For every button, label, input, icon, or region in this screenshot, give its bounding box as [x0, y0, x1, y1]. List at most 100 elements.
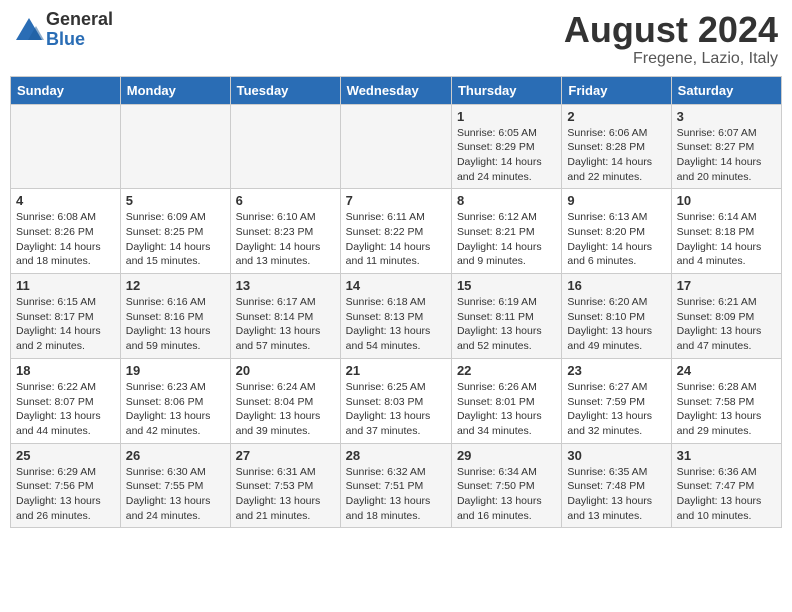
- day-of-week-header: Saturday: [671, 76, 781, 104]
- day-of-week-header: Wednesday: [340, 76, 451, 104]
- day-info: Sunrise: 6:31 AM Sunset: 7:53 PM Dayligh…: [236, 465, 335, 524]
- calendar-cell: 31Sunrise: 6:36 AM Sunset: 7:47 PM Dayli…: [671, 443, 781, 528]
- day-number: 19: [126, 363, 225, 378]
- calendar-title: August 2024: [564, 10, 778, 50]
- day-info: Sunrise: 6:09 AM Sunset: 8:25 PM Dayligh…: [126, 210, 225, 269]
- logo-icon: [14, 16, 44, 44]
- logo-blue: Blue: [46, 30, 113, 50]
- day-info: Sunrise: 6:06 AM Sunset: 8:28 PM Dayligh…: [567, 126, 665, 185]
- calendar-cell: 26Sunrise: 6:30 AM Sunset: 7:55 PM Dayli…: [120, 443, 230, 528]
- calendar-cell: [11, 104, 121, 189]
- day-info: Sunrise: 6:12 AM Sunset: 8:21 PM Dayligh…: [457, 210, 556, 269]
- day-info: Sunrise: 6:07 AM Sunset: 8:27 PM Dayligh…: [677, 126, 776, 185]
- day-number: 6: [236, 193, 335, 208]
- day-info: Sunrise: 6:14 AM Sunset: 8:18 PM Dayligh…: [677, 210, 776, 269]
- day-number: 15: [457, 278, 556, 293]
- day-number: 14: [346, 278, 446, 293]
- calendar-cell: 11 Sunrise: 6:15 AM Sunset: 8:17 PM Dayli…: [11, 274, 121, 359]
- calendar-cell: 2 Sunrise: 6:06 AM Sunset: 8:28 PM Daylig…: [562, 104, 671, 189]
- calendar-cell: 12 Sunrise: 6:16 AM Sunset: 8:16 PM Dayli…: [120, 274, 230, 359]
- day-number: 10: [677, 193, 776, 208]
- day-info: Sunrise: 6:08 AM Sunset: 8:26 PM Dayligh…: [16, 210, 115, 269]
- calendar-cell: 17 Sunrise: 6:21 AM Sunset: 8:09 PM Dayli…: [671, 274, 781, 359]
- calendar-table: SundayMondayTuesdayWednesdayThursdayFrid…: [10, 76, 782, 529]
- day-number: 24: [677, 363, 776, 378]
- day-number: 13: [236, 278, 335, 293]
- day-info: Sunrise: 6:10 AM Sunset: 8:23 PM Dayligh…: [236, 210, 335, 269]
- calendar-cell: 30 Sunrise: 6:35 AM Sunset: 7:48 PM Dayli…: [562, 443, 671, 528]
- calendar-header-row: SundayMondayTuesdayWednesdayThursdayFrid…: [11, 76, 782, 104]
- calendar-cell: 18 Sunrise: 6:22 AM Sunset: 8:07 PM Dayli…: [11, 358, 121, 443]
- day-number: 31: [677, 448, 776, 463]
- page-header: General Blue August 2024 Fregene, Lazio,…: [10, 10, 782, 68]
- calendar-cell: 6 Sunrise: 6:10 AM Sunset: 8:23 PM Daylig…: [230, 189, 340, 274]
- calendar-cell: 21 Sunrise: 6:25 AM Sunset: 8:03 PM Dayli…: [340, 358, 451, 443]
- calendar-cell: 25 Sunrise: 6:29 AM Sunset: 7:56 PM Dayli…: [11, 443, 121, 528]
- day-of-week-header: Tuesday: [230, 76, 340, 104]
- day-info: Sunrise: 6:29 AM Sunset: 7:56 PM Dayligh…: [16, 465, 115, 524]
- day-info: Sunrise: 6:23 AM Sunset: 8:06 PM Dayligh…: [126, 380, 225, 439]
- calendar-cell: 20 Sunrise: 6:24 AM Sunset: 8:04 PM Dayli…: [230, 358, 340, 443]
- day-number: 12: [126, 278, 225, 293]
- calendar-cell: 22 Sunrise: 6:26 AM Sunset: 8:01 PM Dayli…: [451, 358, 561, 443]
- day-info: Sunrise: 6:32 AM Sunset: 7:51 PM Dayligh…: [346, 465, 446, 524]
- day-number: 29: [457, 448, 556, 463]
- calendar-cell: 9Sunrise: 6:13 AM Sunset: 8:20 PM Daylig…: [562, 189, 671, 274]
- day-number: 4: [16, 193, 115, 208]
- calendar-cell: 23Sunrise: 6:27 AM Sunset: 7:59 PM Dayli…: [562, 358, 671, 443]
- day-number: 20: [236, 363, 335, 378]
- calendar-cell: 29 Sunrise: 6:34 AM Sunset: 7:50 PM Dayli…: [451, 443, 561, 528]
- day-number: 8: [457, 193, 556, 208]
- calendar-cell: [120, 104, 230, 189]
- calendar-cell: 10 Sunrise: 6:14 AM Sunset: 8:18 PM Dayli…: [671, 189, 781, 274]
- day-info: Sunrise: 6:34 AM Sunset: 7:50 PM Dayligh…: [457, 465, 556, 524]
- day-info: Sunrise: 6:24 AM Sunset: 8:04 PM Dayligh…: [236, 380, 335, 439]
- day-number: 27: [236, 448, 335, 463]
- day-number: 2: [567, 109, 665, 124]
- day-info: Sunrise: 6:25 AM Sunset: 8:03 PM Dayligh…: [346, 380, 446, 439]
- day-of-week-header: Thursday: [451, 76, 561, 104]
- day-info: Sunrise: 6:28 AM Sunset: 7:58 PM Dayligh…: [677, 380, 776, 439]
- day-info: Sunrise: 6:15 AM Sunset: 8:17 PM Dayligh…: [16, 295, 115, 354]
- calendar-cell: 19 Sunrise: 6:23 AM Sunset: 8:06 PM Dayli…: [120, 358, 230, 443]
- day-number: 16: [567, 278, 665, 293]
- day-info: Sunrise: 6:20 AM Sunset: 8:10 PM Dayligh…: [567, 295, 665, 354]
- day-info: Sunrise: 6:26 AM Sunset: 8:01 PM Dayligh…: [457, 380, 556, 439]
- calendar-cell: 7Sunrise: 6:11 AM Sunset: 8:22 PM Daylig…: [340, 189, 451, 274]
- calendar-cell: 5Sunrise: 6:09 AM Sunset: 8:25 PM Daylig…: [120, 189, 230, 274]
- day-number: 22: [457, 363, 556, 378]
- day-info: Sunrise: 6:19 AM Sunset: 8:11 PM Dayligh…: [457, 295, 556, 354]
- day-number: 7: [346, 193, 446, 208]
- day-info: Sunrise: 6:27 AM Sunset: 7:59 PM Dayligh…: [567, 380, 665, 439]
- calendar-cell: 15 Sunrise: 6:19 AM Sunset: 8:11 PM Dayli…: [451, 274, 561, 359]
- day-info: Sunrise: 6:21 AM Sunset: 8:09 PM Dayligh…: [677, 295, 776, 354]
- calendar-subtitle: Fregene, Lazio, Italy: [564, 50, 778, 68]
- calendar-cell: 4 Sunrise: 6:08 AM Sunset: 8:26 PM Daylig…: [11, 189, 121, 274]
- calendar-cell: 13 Sunrise: 6:17 AM Sunset: 8:14 PM Dayli…: [230, 274, 340, 359]
- day-number: 28: [346, 448, 446, 463]
- calendar-week-row: 18 Sunrise: 6:22 AM Sunset: 8:07 PM Dayli…: [11, 358, 782, 443]
- day-number: 1: [457, 109, 556, 124]
- calendar-cell: [340, 104, 451, 189]
- day-info: Sunrise: 6:16 AM Sunset: 8:16 PM Dayligh…: [126, 295, 225, 354]
- calendar-cell: 28 Sunrise: 6:32 AM Sunset: 7:51 PM Dayli…: [340, 443, 451, 528]
- day-number: 3: [677, 109, 776, 124]
- day-info: Sunrise: 6:35 AM Sunset: 7:48 PM Dayligh…: [567, 465, 665, 524]
- day-info: Sunrise: 6:13 AM Sunset: 8:20 PM Dayligh…: [567, 210, 665, 269]
- day-number: 17: [677, 278, 776, 293]
- calendar-week-row: 1Sunrise: 6:05 AM Sunset: 8:29 PM Daylig…: [11, 104, 782, 189]
- calendar-cell: 1Sunrise: 6:05 AM Sunset: 8:29 PM Daylig…: [451, 104, 561, 189]
- day-info: Sunrise: 6:17 AM Sunset: 8:14 PM Dayligh…: [236, 295, 335, 354]
- calendar-cell: [230, 104, 340, 189]
- day-number: 21: [346, 363, 446, 378]
- day-info: Sunrise: 6:18 AM Sunset: 8:13 PM Dayligh…: [346, 295, 446, 354]
- day-of-week-header: Friday: [562, 76, 671, 104]
- day-number: 30: [567, 448, 665, 463]
- day-number: 25: [16, 448, 115, 463]
- day-number: 18: [16, 363, 115, 378]
- calendar-week-row: 25 Sunrise: 6:29 AM Sunset: 7:56 PM Dayli…: [11, 443, 782, 528]
- day-number: 11: [16, 278, 115, 293]
- day-info: Sunrise: 6:22 AM Sunset: 8:07 PM Dayligh…: [16, 380, 115, 439]
- day-of-week-header: Monday: [120, 76, 230, 104]
- logo-text: General Blue: [46, 10, 113, 50]
